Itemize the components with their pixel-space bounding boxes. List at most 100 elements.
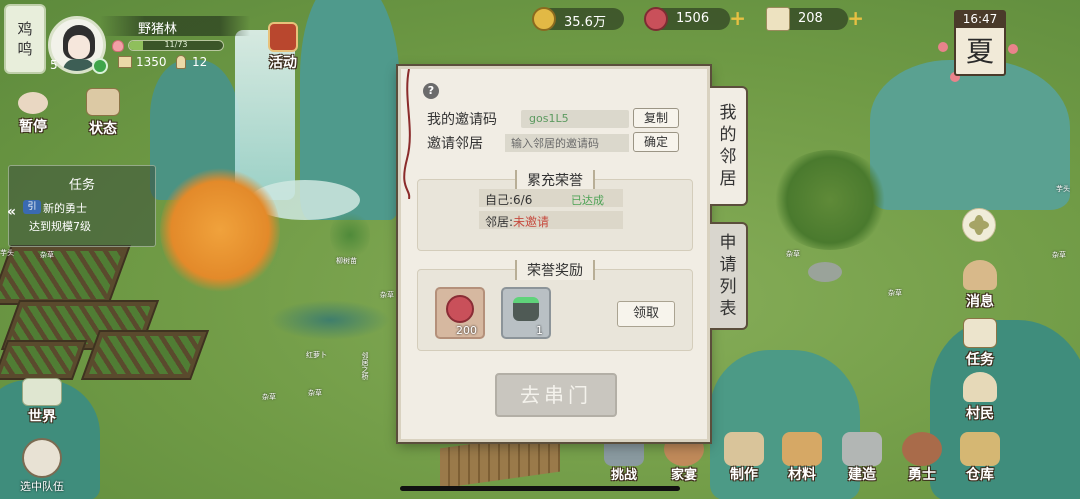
- green-tree[interactable]: [770, 150, 890, 250]
- tab-apply-list[interactable]: 申 请 列 表: [710, 222, 748, 330]
- add-meat-button[interactable]: +: [729, 7, 746, 29]
- home-indicator[interactable]: [400, 486, 680, 491]
- reward2-qty: 1: [536, 324, 543, 337]
- self-progress-row: 自己:6/6 已达成: [479, 189, 623, 207]
- rewards-title-text: 荣誉奖励: [515, 260, 595, 280]
- map-label: 柳树苗: [336, 257, 357, 265]
- neighbor-status: 未邀请: [513, 215, 550, 229]
- avatar-face: [68, 35, 90, 59]
- neighbor-progress: 邻居:未邀请: [485, 213, 549, 230]
- exp-bar: 11/73: [128, 40, 224, 51]
- neighbor-progress-row: 邻居:未邀请: [479, 211, 623, 229]
- honor-title: 累充荣誉: [418, 170, 692, 190]
- bell-icon: [963, 260, 997, 290]
- villager-button[interactable]: 村民: [954, 372, 1006, 423]
- house-status-icon: [86, 88, 120, 116]
- pause-label: 暂停: [19, 119, 47, 135]
- rope-decoration-icon: [403, 69, 411, 199]
- map-label: 芋头: [1056, 185, 1070, 193]
- house-icon: [118, 56, 132, 68]
- coin-resource[interactable]: 35.6万: [532, 7, 624, 31]
- clock-panel[interactable]: 16:47 夏: [954, 10, 1006, 76]
- meat-resource[interactable]: 1506 +: [644, 7, 746, 31]
- map-label: 杂草: [380, 291, 394, 299]
- rock[interactable]: [808, 262, 842, 282]
- event-button[interactable]: 活动: [260, 22, 306, 76]
- ticket-value: 208: [798, 11, 823, 26]
- hammer-icon: [842, 432, 882, 466]
- tab-my-neighbors[interactable]: 我 的 邻 居: [710, 86, 748, 206]
- warehouse-label: 仓库: [966, 467, 994, 483]
- team-label: 选中队伍: [20, 480, 64, 493]
- warrior-button[interactable]: 勇士: [894, 432, 950, 484]
- coin-value: 35.6万: [564, 15, 606, 30]
- palm-plant[interactable]: [330, 210, 370, 260]
- blossom-icon: [938, 42, 948, 52]
- world-label: 世界: [28, 409, 56, 425]
- coin-icon: [532, 7, 556, 31]
- invite-neighbor-dialog: ? 我的邀请码 gos1L5 复制 邀请邻居 确定 累充荣誉 自己:6/6 已达…: [398, 66, 710, 442]
- build-button[interactable]: 建造: [834, 432, 890, 484]
- crop-field[interactable]: [80, 330, 210, 380]
- chapter-char: 鸣: [17, 40, 33, 58]
- warehouse-button[interactable]: 仓库: [952, 432, 1008, 484]
- task-button[interactable]: 任务: [954, 318, 1006, 369]
- material-label: 材料: [788, 467, 816, 483]
- visit-button[interactable]: 去串门: [495, 373, 617, 417]
- orange-tree[interactable]: [160, 165, 280, 295]
- tab-char: 居: [719, 169, 737, 189]
- task-panel-title: 任务: [68, 178, 95, 193]
- help-icon[interactable]: ?: [423, 83, 439, 99]
- peach-icon: [112, 40, 124, 52]
- lantern-icon: [268, 22, 298, 52]
- world-button[interactable]: 世界: [16, 378, 68, 426]
- rewards-title: 荣誉奖励: [418, 260, 692, 280]
- player-name: 野猪林: [138, 22, 178, 37]
- map-label: 杂草: [262, 393, 276, 401]
- exp-text: 11/73: [164, 40, 188, 49]
- tab-char: 邻: [719, 147, 737, 167]
- chapter-badge[interactable]: 鸡 鸣: [6, 6, 44, 72]
- tab-char: 我: [719, 103, 737, 123]
- chapter-char: 鸡: [17, 20, 33, 38]
- flower-meat-icon: [446, 295, 474, 323]
- team-button[interactable]: 选中队伍: [12, 438, 72, 494]
- reward-item-meat[interactable]: 200: [435, 287, 485, 339]
- message-label: 消息: [966, 294, 994, 310]
- team-icon: [22, 438, 62, 478]
- clover-menu-icon[interactable]: [962, 208, 996, 242]
- ticket-resource[interactable]: 208 +: [766, 7, 864, 31]
- craft-icon: [724, 432, 764, 466]
- craft-button[interactable]: 制作: [716, 432, 772, 484]
- message-button[interactable]: 消息: [954, 260, 1006, 311]
- online-status-icon: [92, 58, 108, 74]
- add-ticket-button[interactable]: +: [847, 7, 864, 29]
- map-label: 杂草: [1052, 251, 1066, 259]
- material-button[interactable]: 材料: [774, 432, 830, 484]
- copy-button[interactable]: 复制: [633, 108, 679, 128]
- challenge-label: 挑战: [610, 468, 637, 483]
- reward-item-jade[interactable]: 1: [501, 287, 551, 339]
- population-icon: [176, 55, 186, 69]
- feast-label: 家宴: [670, 468, 697, 483]
- map-label: 芋头: [0, 249, 14, 257]
- my-invite-code: gos1L5: [521, 110, 629, 128]
- confirm-button[interactable]: 确定: [633, 132, 679, 152]
- self-progress: 自己:6/6: [485, 193, 533, 207]
- pause-button[interactable]: 暂停: [8, 92, 58, 136]
- neighbor-code-input[interactable]: [505, 134, 629, 152]
- map-label: 杂草: [888, 289, 902, 297]
- tab-char: 请: [719, 255, 737, 275]
- status-button[interactable]: 状态: [78, 88, 128, 138]
- season-label: 夏: [965, 35, 994, 68]
- reward1-qty: 200: [456, 324, 477, 337]
- crop-field[interactable]: [0, 340, 88, 380]
- task-panel[interactable]: 任务 « 引 新的勇士 达到规模7级: [7, 165, 156, 247]
- crop-field[interactable]: [0, 245, 131, 305]
- collapse-arrow-icon[interactable]: «: [7, 204, 16, 220]
- event-label: 活动: [269, 55, 297, 71]
- jade-stone-icon: [513, 297, 539, 321]
- honor-title-text: 累充荣誉: [515, 170, 595, 190]
- claim-button[interactable]: 领取: [617, 301, 675, 327]
- warrior-icon: [902, 432, 942, 466]
